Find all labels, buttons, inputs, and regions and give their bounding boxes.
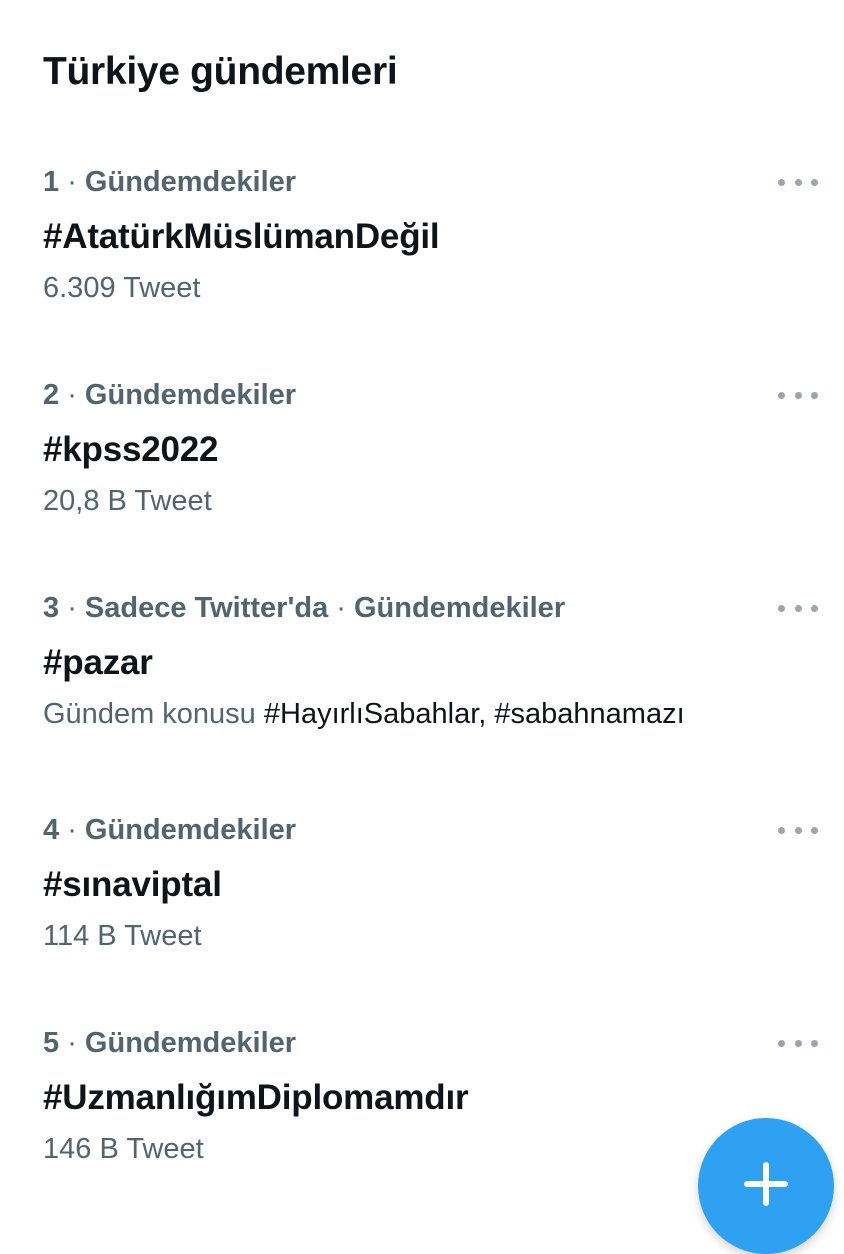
more-horizontal-icon: [778, 604, 785, 612]
trend-category: Gündemdekiler: [84, 166, 297, 198]
trend-rank: 5: [43, 1027, 60, 1059]
trend-category: Gündemdekiler: [84, 1027, 297, 1059]
more-options-button[interactable]: [778, 818, 818, 842]
more-horizontal-icon: [778, 1039, 785, 1047]
trend-source: Sadece Twitter'da: [84, 592, 329, 624]
more-horizontal-icon: [778, 391, 785, 399]
trend-category: Gündemdekiler: [84, 814, 297, 846]
more-horizontal-icon: [778, 826, 785, 834]
trend-category: Gündemdekiler: [353, 592, 566, 624]
separator: ·: [59, 814, 85, 846]
more-options-button[interactable]: [778, 170, 818, 194]
trend-context: 1 · Gündemdekiler: [43, 162, 296, 202]
related-tags[interactable]: #HayırlıSabahlar, #sabahnamazı: [264, 698, 685, 730]
more-horizontal-icon: [778, 178, 785, 186]
trend-item[interactable]: 2 · Gündemdekiler #kpss2022 20,8 B Tweet: [0, 375, 844, 535]
trend-list: 1 · Gündemdekiler #AtatürkMüslümanDeğil …: [0, 0, 844, 1200]
trend-context: 2 · Gündemdekiler: [43, 375, 296, 415]
trend-name[interactable]: #pazar: [43, 640, 153, 686]
more-options-button[interactable]: [778, 1031, 818, 1055]
trend-rank: 3: [43, 592, 60, 624]
separator: ·: [59, 592, 85, 624]
trend-rank: 2: [43, 379, 60, 411]
separator: ·: [59, 166, 85, 198]
trend-name[interactable]: #AtatürkMüslümanDeğil: [43, 214, 440, 260]
trend-context: 5 · Gündemdekiler: [43, 1023, 296, 1063]
trend-category: Gündemdekiler: [84, 379, 297, 411]
compose-tweet-button[interactable]: [698, 1118, 834, 1254]
trend-name[interactable]: #UzmanlığımDiplomamdır: [43, 1075, 469, 1121]
trend-rank: 1: [43, 166, 60, 198]
separator: ·: [59, 1027, 85, 1059]
trend-rank: 4: [43, 814, 60, 846]
trend-context: 4 · Gündemdekiler: [43, 810, 296, 850]
trend-tweet-count: 20,8 B Tweet: [43, 485, 212, 517]
trend-context: 3 · Sadece Twitter'da · Gündemdekiler: [43, 588, 565, 628]
trend-tweet-count: 114 B Tweet: [43, 920, 202, 952]
related-label: Gündem konusu: [43, 698, 256, 730]
trend-item[interactable]: 4 · Gündemdekiler #sınaviptal 114 B Twee…: [0, 810, 844, 970]
trend-related-topics: Gündem konusu #HayırlıSabahlar, #sabahna…: [43, 694, 685, 734]
trend-item[interactable]: 1 · Gündemdekiler #AtatürkMüslümanDeğil …: [0, 162, 844, 322]
more-options-button[interactable]: [778, 596, 818, 620]
separator: ·: [59, 379, 85, 411]
trend-tweet-count: 6.309 Tweet: [43, 272, 201, 304]
trend-item[interactable]: 3 · Sadece Twitter'da · Gündemdekiler #p…: [0, 588, 844, 748]
more-options-button[interactable]: [778, 383, 818, 407]
trend-name[interactable]: #kpss2022: [43, 427, 219, 473]
separator: ·: [328, 592, 354, 624]
trend-tweet-count: 146 B Tweet: [43, 1133, 204, 1165]
trend-name[interactable]: #sınaviptal: [43, 862, 222, 908]
